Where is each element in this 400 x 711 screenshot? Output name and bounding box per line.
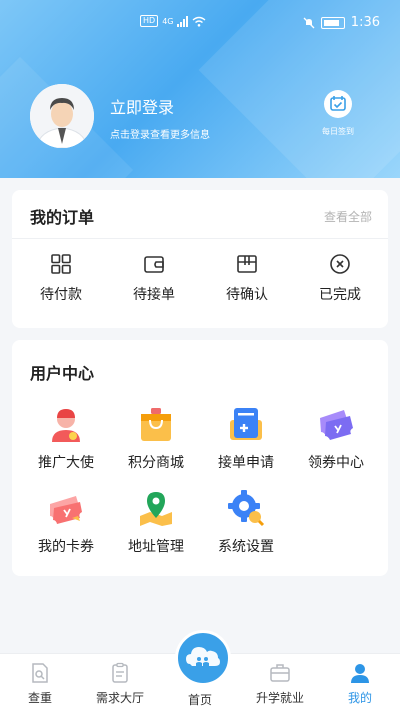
ambassador-icon (52, 409, 80, 442)
tab-label: 升学就业 (255, 691, 304, 705)
login-subtitle[interactable]: 点击登录查看更多信息 (110, 126, 210, 141)
user-center-card: 用户中心 推广大使 积分商城 接单申请 领券中心 我的卡券 地址管理 系统设置 (12, 340, 388, 576)
hd-badge: HD (140, 15, 159, 27)
card-voucher-icon (50, 496, 82, 524)
grid-item-ambassador[interactable]: 推广大使 (26, 404, 106, 472)
tab-label: 需求大厅 (95, 691, 144, 705)
tab-home-label[interactable]: 首页 (160, 691, 240, 708)
circle-x-icon (330, 254, 350, 274)
bottom-tab-bar: 查重 需求大厅 首页 升学就业 我的 (0, 630, 400, 711)
shopping-bag-icon (141, 408, 171, 441)
gear-icon (228, 490, 265, 527)
grid-label: 积分商城 (128, 455, 184, 471)
avatar[interactable] (30, 84, 94, 148)
order-pending-payment[interactable]: 待付款 (21, 252, 101, 304)
order-label: 待确认 (226, 287, 268, 303)
view-all-link[interactable]: 查看全部 (324, 208, 372, 225)
tab-label-active: 我的 (347, 691, 372, 705)
grid-label: 领券中心 (308, 455, 364, 471)
wallet-icon (144, 256, 164, 273)
person-icon (351, 664, 369, 683)
grid-item-address-management[interactable]: 地址管理 (116, 488, 196, 556)
status-bar: HD 4G 1:36 (0, 0, 400, 44)
my-orders-card: 我的订单 查看全部 待付款 待接单 待确认 已完成 (12, 190, 388, 328)
grid-label: 我的卡券 (38, 539, 94, 555)
tab-demand-hall[interactable]: 需求大厅 (80, 654, 160, 706)
tab-plagiarism-check[interactable]: 查重 (0, 654, 80, 706)
grid-icon (51, 254, 71, 274)
doc-search-icon (32, 663, 48, 683)
grid-label: 推广大使 (38, 455, 94, 471)
divider (12, 238, 388, 239)
network-label: 4G (162, 16, 174, 26)
location-pin-icon (140, 492, 172, 526)
checkin-label: 每日签到 (322, 127, 354, 136)
grid-label: 接单申请 (218, 455, 274, 471)
orders-title: 我的订单 (30, 208, 95, 227)
order-pending-confirm[interactable]: 待确认 (207, 252, 287, 304)
clipboard-icon (112, 662, 128, 683)
mute-bell-icon (303, 17, 315, 28)
order-label: 待接单 (133, 287, 175, 303)
home-cloud-icon (186, 647, 220, 666)
grid-item-order-application[interactable]: 接单申请 (206, 404, 286, 472)
status-time: 1:36 (350, 15, 380, 30)
order-label: 已完成 (319, 287, 361, 303)
briefcase-icon (270, 664, 290, 682)
grid-item-points-mall[interactable]: 积分商城 (116, 404, 196, 472)
order-label: 待付款 (40, 287, 82, 303)
order-pending-accept[interactable]: 待接单 (114, 252, 194, 304)
application-icon (230, 408, 262, 440)
grid-label: 地址管理 (128, 539, 184, 555)
battery-icon (320, 16, 345, 29)
wifi-icon (193, 16, 206, 27)
daily-checkin-button[interactable]: 每日签到 (318, 90, 358, 137)
box-icon (237, 255, 257, 273)
login-title[interactable]: 立即登录 (110, 94, 174, 118)
grid-item-system-settings[interactable]: 系统设置 (206, 488, 286, 556)
user-center-title: 用户中心 (30, 364, 95, 383)
user-avatar-icon (30, 84, 94, 148)
order-completed[interactable]: 已完成 (300, 252, 380, 304)
tab-home[interactable] (175, 630, 231, 686)
coupon-icon (320, 410, 353, 440)
tab-mine[interactable]: 我的 (320, 654, 400, 706)
tab-label: 查重 (27, 691, 52, 705)
signal-icon (177, 15, 189, 27)
calendar-check-icon (324, 90, 352, 118)
profile-header: HD 4G 1:36 立即登录 点击登录查看更多信息 每日签到 (0, 0, 400, 178)
grid-label: 系统设置 (218, 539, 274, 555)
grid-item-coupon-center[interactable]: 领券中心 (296, 404, 376, 472)
tab-education-career[interactable]: 升学就业 (240, 654, 320, 706)
grid-item-my-cards[interactable]: 我的卡券 (26, 488, 106, 556)
